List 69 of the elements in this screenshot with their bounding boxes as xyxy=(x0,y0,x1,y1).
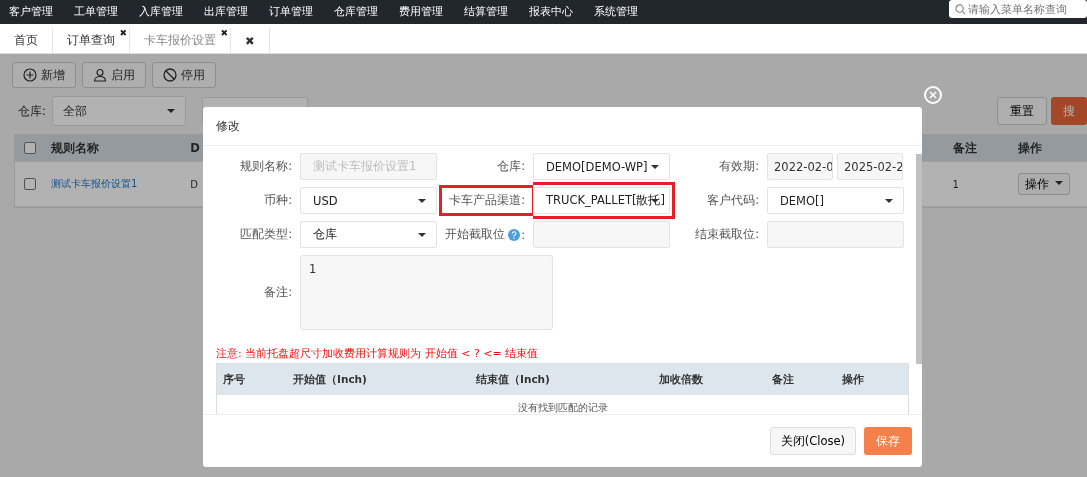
menu-item[interactable]: 工单管理 xyxy=(74,5,118,19)
field-label: 币种: xyxy=(263,192,293,209)
column-header: 序号 xyxy=(222,372,246,387)
close-tab-button[interactable]: ✖ xyxy=(119,29,127,38)
toolbar-button[interactable]: 新增 xyxy=(12,62,76,88)
toolbar-button[interactable]: 启用 xyxy=(82,62,146,88)
dialog-title: 修改 xyxy=(216,118,240,134)
select-field[interactable]: DEMO[] xyxy=(767,187,904,214)
menu-item[interactable]: 费用管理 xyxy=(399,5,443,19)
warehouse-label: 仓库: xyxy=(18,103,46,119)
field-label: 开始截取位 : xyxy=(444,226,526,244)
column-header: 备注 xyxy=(951,140,978,156)
column-header: D xyxy=(190,141,201,155)
column-header: 加收倍数 xyxy=(658,372,704,387)
menu-item[interactable]: 订单管理 xyxy=(269,5,313,19)
close-icon[interactable] xyxy=(924,86,942,104)
field-label: 卡车产品渠道: xyxy=(441,187,533,214)
date-field[interactable]: 2025-02-2 xyxy=(837,153,903,180)
field-label: 规则名称: xyxy=(239,158,293,175)
search-icon xyxy=(955,3,966,15)
select-field[interactable]: DEMO[DEMO-WP] xyxy=(533,153,670,180)
menu-item[interactable]: 系统管理 xyxy=(594,5,638,19)
input-field[interactable] xyxy=(533,221,670,248)
field-label: 有效期: xyxy=(718,158,760,175)
ban-icon xyxy=(163,68,177,82)
checkbox[interactable] xyxy=(23,142,36,154)
field-label: 备注: xyxy=(263,284,293,301)
select-field[interactable]: USD xyxy=(300,187,437,214)
scrollbar[interactable] xyxy=(916,154,922,364)
close-all-tab[interactable]: ✖ xyxy=(245,33,255,48)
remark-textarea[interactable]: 1 xyxy=(300,255,553,330)
field-label: 仓库: xyxy=(496,158,526,175)
input-field[interactable] xyxy=(767,221,904,248)
reset-button[interactable]: 重置 xyxy=(997,97,1047,125)
menu-item[interactable]: 入库管理 xyxy=(139,5,183,19)
menu-item[interactable]: 出库管理 xyxy=(204,5,248,19)
user-icon xyxy=(93,68,107,82)
column-header: 结束值（Inch) xyxy=(475,372,551,387)
tab[interactable]: 首页 xyxy=(14,33,38,48)
column-header: 备注 xyxy=(771,372,795,387)
field-label: 结束截取位: xyxy=(694,226,760,243)
table-cell-text: 1 xyxy=(951,178,960,190)
table-cell-text: D xyxy=(190,178,200,190)
plus-circle-icon xyxy=(23,68,37,82)
menu-item[interactable]: 报表中心 xyxy=(529,5,573,19)
tab[interactable]: 卡车报价设置 xyxy=(144,33,216,48)
column-header: 开始值（Inch) xyxy=(292,372,368,387)
close-tab-button[interactable]: ✖ xyxy=(220,29,228,38)
caret-icon xyxy=(166,109,175,113)
date-field[interactable]: 2022-02-0 xyxy=(767,153,833,180)
column-header: 规则名称 xyxy=(49,140,100,156)
column-header: 操作 xyxy=(1017,140,1044,156)
warehouse-select[interactable]: 全部 xyxy=(51,96,186,126)
empty-message: 没有找到匹配的记录 xyxy=(517,401,608,414)
menu-search-field[interactable]: 请输入菜单名称查询 xyxy=(949,0,1087,18)
checkbox[interactable] xyxy=(23,178,36,190)
column-header: 操作 xyxy=(841,372,865,387)
field-label: 客户代码: xyxy=(706,192,760,209)
field-label: 匹配类型: xyxy=(239,226,293,243)
toolbar-button[interactable]: 停用 xyxy=(152,62,216,88)
tab[interactable]: 订单查询 xyxy=(67,33,115,48)
rule-name-link[interactable]: 测试卡车报价设置1 xyxy=(50,178,138,189)
select-field[interactable]: 仓库 xyxy=(300,221,437,248)
close-button[interactable]: 关闭(Close) xyxy=(769,427,856,455)
menu-item[interactable]: 结算管理 xyxy=(464,5,508,19)
menu-item[interactable]: 客户管理 xyxy=(9,5,53,19)
action-dropdown[interactable]: 操作 xyxy=(1018,173,1070,195)
menu-item[interactable]: 仓库管理 xyxy=(334,5,378,19)
note-text: 注意: 当前托盘超尺寸加收费用计算规则为 开始值 < ? <= 结束值 xyxy=(216,346,540,361)
